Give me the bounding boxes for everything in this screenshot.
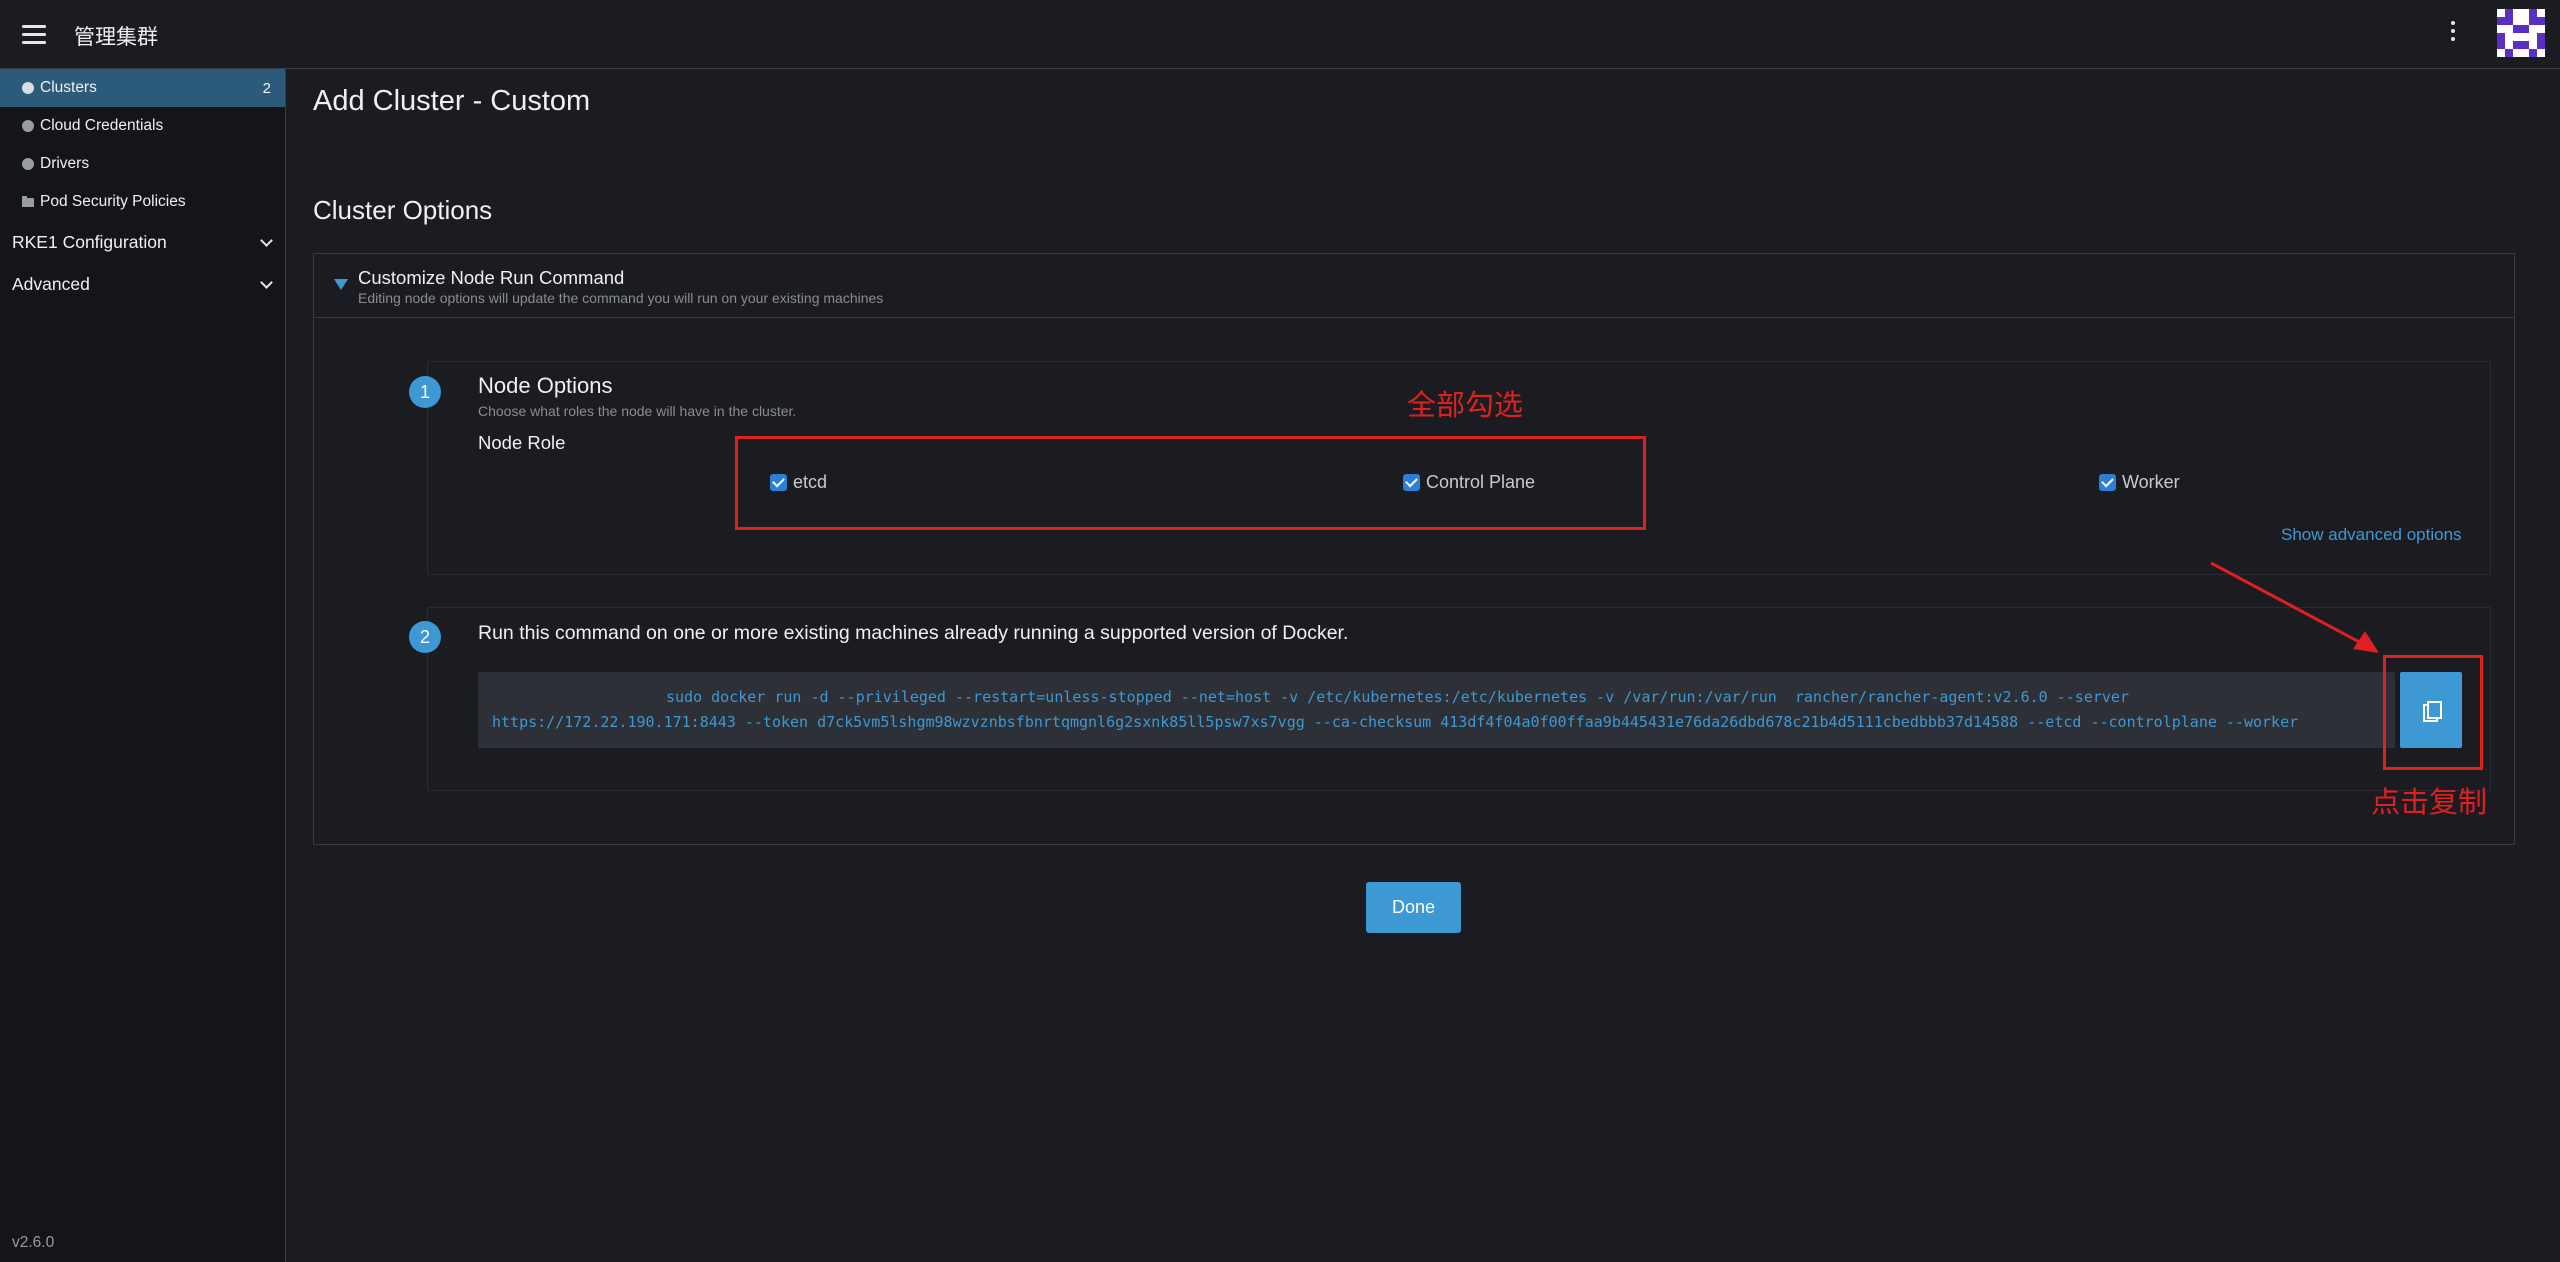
sidebar-item-label: Clusters [40,79,97,96]
sidebar-group-advanced[interactable]: Advanced [0,263,285,305]
sidebar-item-label: Pod Security Policies [40,193,186,210]
sidebar-item-drivers[interactable]: Drivers [0,145,285,183]
command-text-box[interactable]: sudo docker run -d --privileged --restar… [478,672,2395,748]
select-all-annotation: 全部勾选 [1407,390,1524,422]
run-command-title: Run this command on one or more existing… [478,622,1349,644]
panel-subtitle: Editing node options will update the com… [358,290,884,306]
sidebar-item-label: Drivers [40,155,90,172]
avatar[interactable] [2497,9,2545,57]
panel-header[interactable]: Customize Node Run Command Editing node … [314,254,2514,318]
clusters-count-badge: 2 [262,79,271,97]
sidebar-item-label: Cloud Credentials [40,117,164,134]
credentials-icon [22,120,34,132]
top-header: 管理集群 [0,0,2560,69]
chevron-down-icon [260,234,273,247]
folder-icon [22,195,34,207]
main-content: Add Cluster - Custom Cluster Options Cus… [287,69,2539,1262]
sidebar-item-cloud-credentials[interactable]: Cloud Credentials [0,107,285,145]
copy-highlight-box [2383,655,2483,770]
role-label: Worker [2122,472,2180,492]
page-title: Add Cluster - Custom [313,85,591,117]
caret-down-icon [334,279,348,290]
command-line-2: https://172.22.190.171:8443 --token d7ck… [492,713,2299,731]
done-button[interactable]: Done [1366,882,1461,933]
sidebar-item-clusters[interactable]: Clusters 2 [0,69,285,107]
sidebar-group-rke1-configuration[interactable]: RKE1 Configuration [0,221,285,263]
section-title: Cluster Options [313,195,493,225]
node-role-label: Node Role [478,432,566,453]
panel-title: Customize Node Run Command [358,267,625,288]
customize-node-panel: Customize Node Run Command Editing node … [313,253,2515,845]
annotation-arrow-icon [2210,561,2379,653]
node-options-subtitle: Choose what roles the node will have in … [478,403,797,419]
sidebar-group-label: RKE1 Configuration [12,231,167,252]
step-number-1: 1 [409,376,441,408]
menu-icon[interactable] [22,25,46,45]
more-options-icon[interactable] [2448,21,2458,47]
checkbox-checked-icon [2099,474,2116,491]
roles-highlight-box [735,436,1646,530]
show-advanced-options-link[interactable]: Show advanced options [2281,525,2462,545]
click-copy-annotation: 点击复制 [2371,787,2488,819]
node-options-title: Node Options [478,373,613,398]
version-label: v2.6.0 [12,1234,55,1251]
sidebar: Clusters 2 Cloud Credentials Drivers Pod… [0,69,286,1262]
role-worker-checkbox[interactable]: Worker [2099,472,2180,493]
sidebar-item-pod-security-policies[interactable]: Pod Security Policies [0,183,285,221]
drivers-icon [22,158,34,170]
chevron-down-icon [260,276,273,289]
command-line-1: sudo docker run -d --privileged --restar… [666,688,2129,706]
sidebar-group-label: Advanced [12,273,90,294]
cluster-icon [22,82,34,94]
step-number-2: 2 [409,621,441,653]
avatar-identicon-icon [2497,9,2545,57]
header-title: 管理集群 [74,26,158,49]
